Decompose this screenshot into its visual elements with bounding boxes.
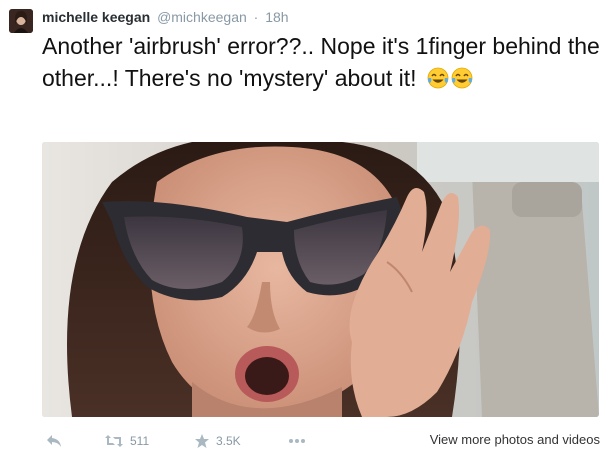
retweet-action[interactable]: 511 [104, 428, 149, 454]
user-handle[interactable]: @michkeegan [157, 9, 247, 25]
separator-dot: · [253, 9, 259, 25]
retweet-count: 511 [130, 434, 150, 448]
emoji-group [427, 67, 473, 89]
retweet-icon[interactable] [104, 434, 124, 448]
more-icon[interactable] [288, 438, 306, 444]
tweet-actions: 511 3.5K View more photos and videos [42, 428, 602, 454]
tweet-body: Another 'airbrush' error??.. Nope it's 1… [42, 33, 600, 91]
reply-icon[interactable] [46, 434, 62, 448]
timestamp[interactable]: 18h [265, 9, 288, 25]
tweet-card: michelle keegan @michkeegan · 18h Anothe… [0, 0, 609, 461]
tweet-photo[interactable] [42, 142, 599, 417]
star-icon[interactable] [194, 433, 210, 449]
tweet-text: Another 'airbrush' error??.. Nope it's 1… [42, 30, 602, 94]
more-action[interactable] [288, 428, 306, 454]
view-more-photos-link[interactable]: View more photos and videos [430, 432, 600, 447]
reply-action[interactable] [46, 428, 62, 454]
tweet-header: michelle keegan @michkeegan · 18h [42, 6, 289, 28]
display-name[interactable]: michelle keegan [42, 9, 150, 25]
favorite-action[interactable]: 3.5K [194, 428, 241, 454]
tears-of-joy-emoji-icon [451, 67, 473, 89]
avatar[interactable] [9, 9, 33, 33]
tears-of-joy-emoji-icon [427, 67, 449, 89]
favorite-count: 3.5K [216, 434, 241, 448]
